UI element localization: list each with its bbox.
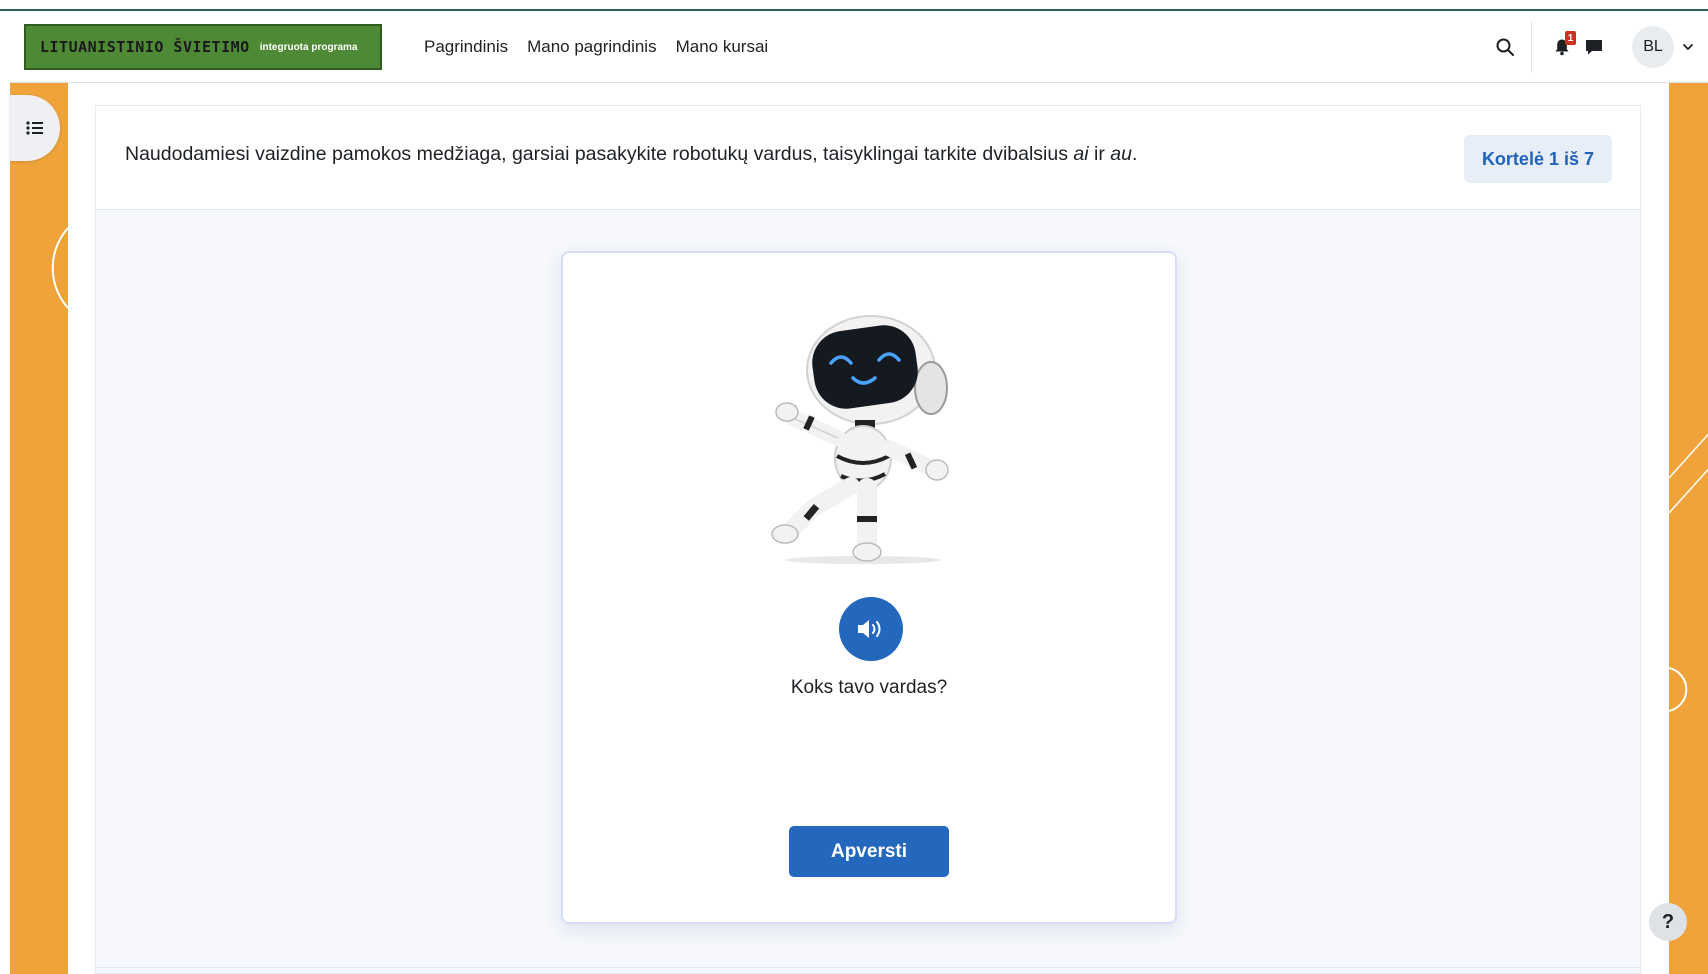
site-logo[interactable]: LITUANISTINIO ŠVIETIMO integruota progra… bbox=[24, 24, 382, 70]
notification-badge: 1 bbox=[1565, 31, 1576, 45]
robot-illustration bbox=[771, 315, 949, 564]
list-icon bbox=[26, 121, 43, 135]
search-icon bbox=[1496, 38, 1514, 56]
search-button[interactable] bbox=[1489, 31, 1521, 63]
main-content: Naudodamiesi vaizdine pamokos medžiaga, … bbox=[68, 83, 1669, 974]
nav-link-dashboard[interactable]: Mano pagrindinis bbox=[527, 37, 656, 57]
logo-title: LITUANISTINIO ŠVIETIMO bbox=[40, 38, 250, 56]
decorative-right-panel bbox=[1669, 83, 1708, 974]
instruction-emphasis-au: au bbox=[1110, 143, 1132, 165]
instruction-emphasis-ai: ai bbox=[1073, 143, 1089, 165]
notifications-button[interactable]: 1 bbox=[1546, 31, 1578, 63]
top-navbar: LITUANISTINIO ŠVIETIMO integruota progra… bbox=[10, 11, 1708, 83]
activity-header: Naudodamiesi vaizdine pamokos medžiaga, … bbox=[96, 106, 1640, 210]
navbar-divider bbox=[1531, 21, 1532, 73]
instruction-text-end: . bbox=[1131, 143, 1138, 165]
decorative-lines-right bbox=[1669, 433, 1708, 712]
activity-footer-border bbox=[96, 967, 1640, 968]
flashcard-activity: Naudodamiesi vaizdine pamokos medžiaga, … bbox=[95, 105, 1641, 974]
decorative-arc-left bbox=[51, 227, 68, 309]
flashcard: Koks tavo vardas? Apversti bbox=[561, 251, 1177, 924]
nav-link-my-courses[interactable]: Mano kursai bbox=[676, 37, 769, 57]
logo-subtitle: integruota programa bbox=[259, 41, 358, 53]
help-button[interactable]: ? bbox=[1649, 903, 1687, 941]
card-counter: Kortelė 1 iš 7 bbox=[1463, 135, 1612, 183]
left-edge bbox=[0, 0, 10, 974]
instruction-text-mid: ir bbox=[1088, 143, 1111, 165]
activity-instruction: Naudodamiesi vaizdine pamokos medžiaga, … bbox=[125, 143, 1137, 166]
decorative-left-panel bbox=[10, 83, 68, 974]
primary-navigation: Pagrindinis Mano pagrindinis Mano kursai bbox=[424, 11, 768, 83]
instruction-text: Naudodamiesi vaizdine pamokos medžiaga, … bbox=[125, 143, 1074, 165]
navbar-actions: 1 BL bbox=[1489, 11, 1708, 83]
play-audio-button[interactable] bbox=[839, 597, 903, 661]
user-menu-toggle[interactable] bbox=[1680, 43, 1696, 51]
flip-card-button[interactable]: Apversti bbox=[789, 826, 949, 877]
card-question: Koks tavo vardas? bbox=[790, 677, 948, 698]
speaker-icon bbox=[858, 620, 881, 638]
user-avatar[interactable]: BL bbox=[1632, 26, 1674, 68]
chat-icon bbox=[1586, 40, 1602, 55]
messages-button[interactable] bbox=[1578, 31, 1610, 63]
chevron-down-icon bbox=[1682, 43, 1694, 51]
nav-link-home[interactable]: Pagrindinis bbox=[424, 37, 508, 57]
